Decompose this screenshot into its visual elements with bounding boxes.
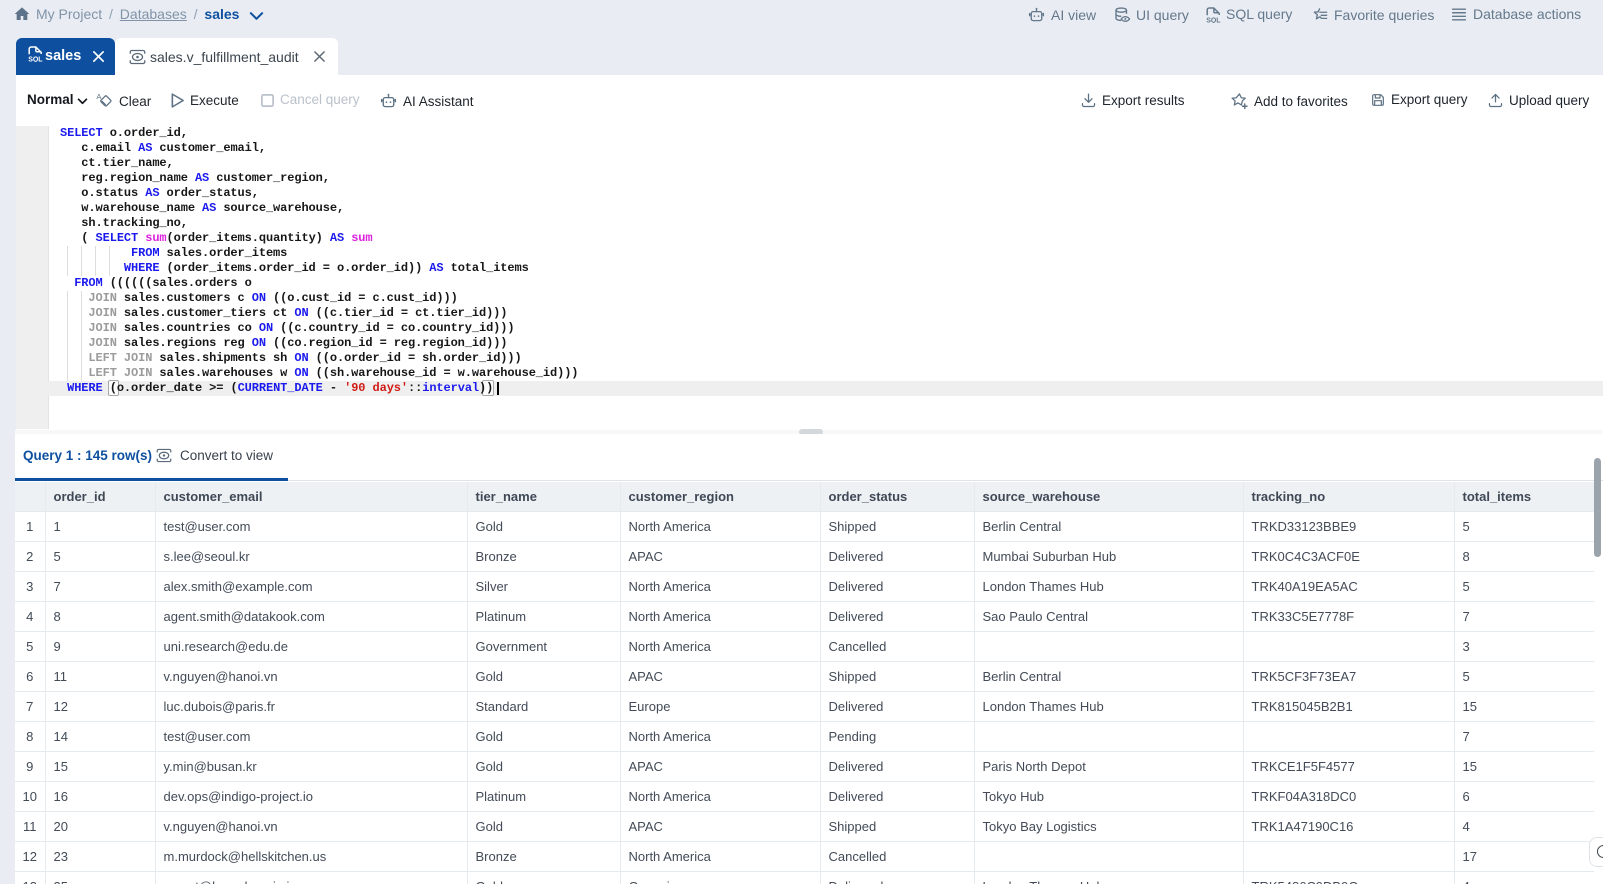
svg-text:SQL: SQL bbox=[28, 56, 43, 62]
svg-text:A: A bbox=[96, 92, 101, 101]
svg-text:SQL: SQL bbox=[1206, 17, 1221, 23]
